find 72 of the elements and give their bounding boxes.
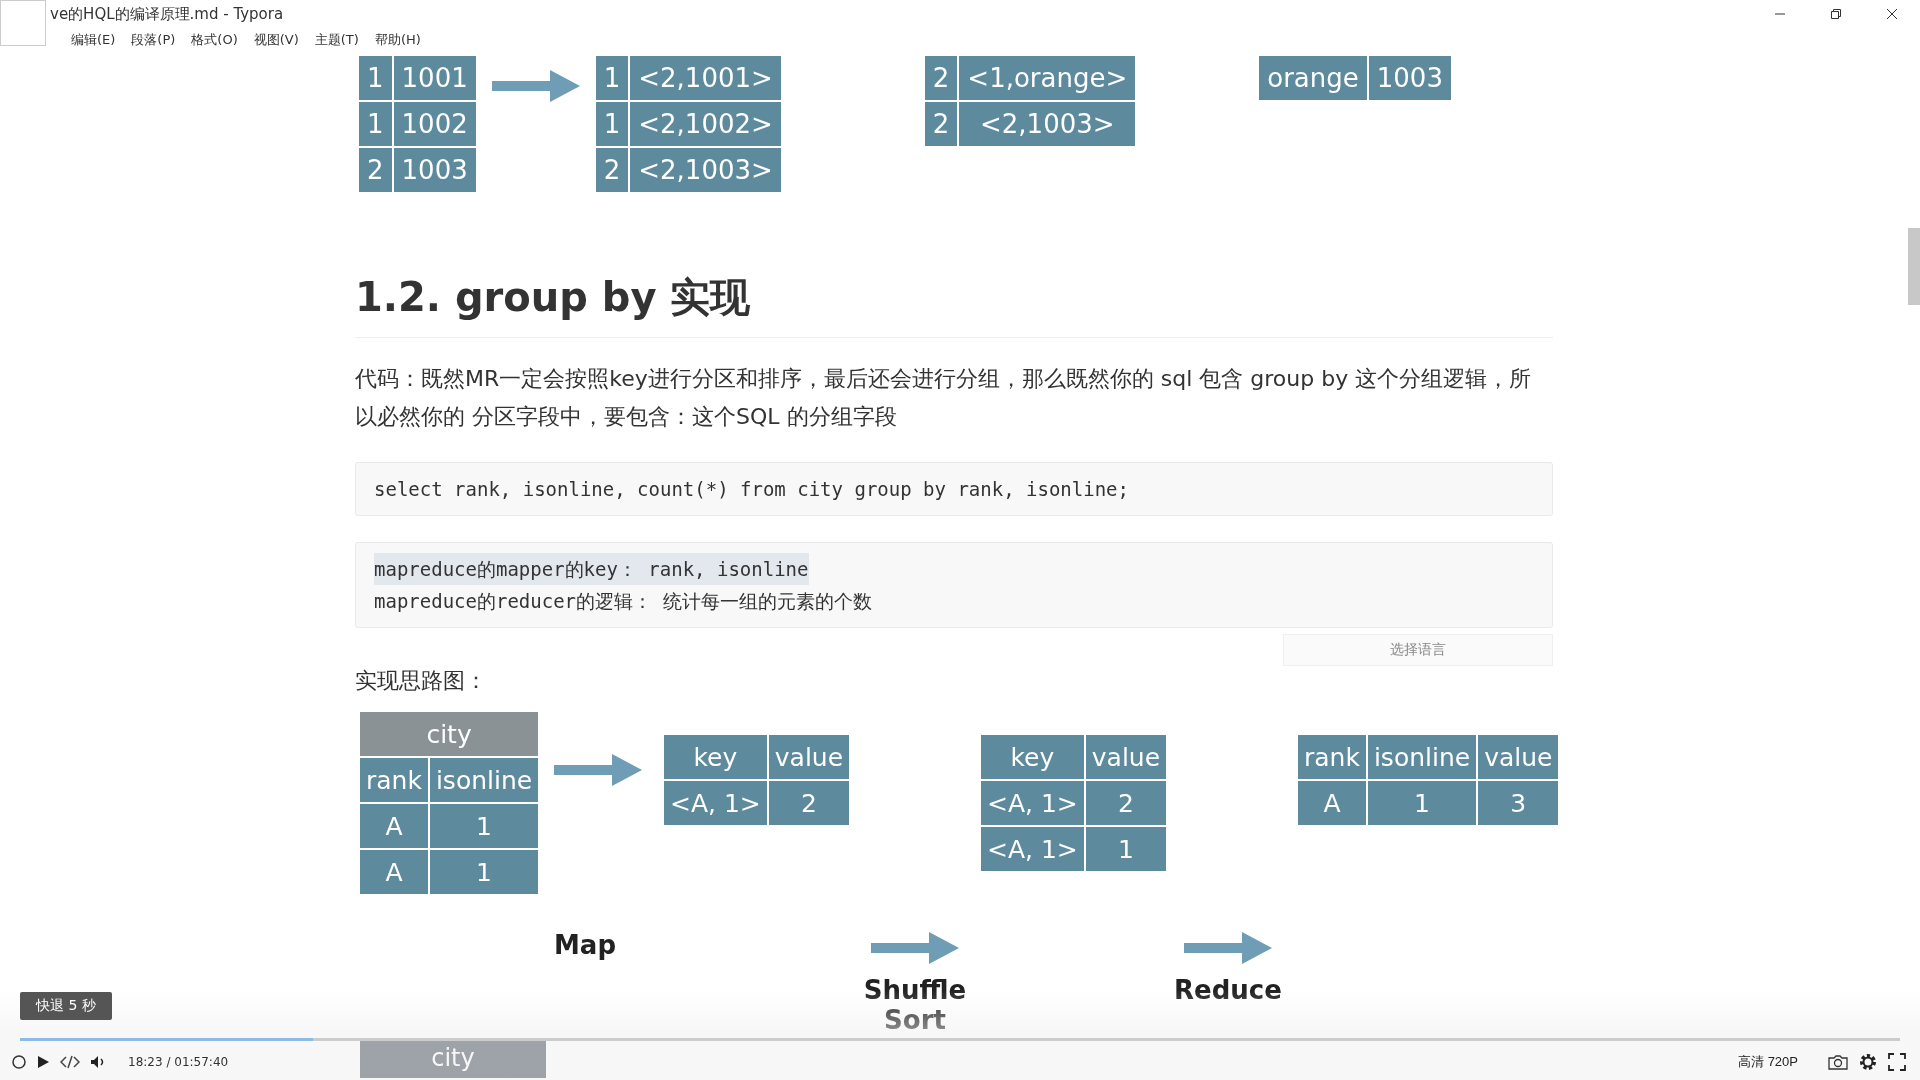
table-cell: <A, 1> <box>663 780 768 826</box>
camera-icon[interactable] <box>1828 1054 1848 1070</box>
table-cell: 1 <box>594 101 630 147</box>
settings-icon[interactable] <box>1858 1052 1878 1072</box>
table-cell: 1 <box>358 101 393 147</box>
table-header-cell: key <box>663 734 768 780</box>
loading-ring-icon <box>12 1055 26 1069</box>
fullscreen-icon[interactable] <box>1888 1053 1906 1071</box>
playback-time: 18:23 / 01:57:40 <box>128 1055 229 1069</box>
section-heading: 1.2. group by 实现 <box>355 270 1553 338</box>
table-cell: 1 <box>1366 780 1478 826</box>
table-cell: 1003 <box>1367 55 1452 101</box>
table-cell: <2,1001> <box>629 55 782 101</box>
table-cell: 1 <box>594 55 630 101</box>
table-header-cell: rank <box>1297 734 1367 780</box>
table-cell: 2 <box>767 780 851 826</box>
menu-item[interactable]: 视图(V) <box>253 31 299 49</box>
table-cell: 2 <box>923 101 959 147</box>
paragraph: 代码：既然MR一定会按照key进行分区和排序，最后还会进行分组，那么既然你的 sql 包含 group by 这个分组逻辑，所以必然你的 分区字段中，要包含：这个SQL 的分组字段 <box>355 365 1533 431</box>
menu-item[interactable]: 帮助(H) <box>374 31 421 49</box>
table-cell: <A, 1> <box>980 826 1085 872</box>
table-header-cell: isonline <box>428 757 540 803</box>
table-cell: <A, 1> <box>980 780 1085 826</box>
table-header-cell: value <box>767 734 851 780</box>
close-icon[interactable] <box>1886 8 1898 20</box>
arrow-icon <box>491 68 580 104</box>
table-cell: 2 <box>358 147 393 193</box>
table-cell: <2,1003> <box>958 101 1137 147</box>
scrollbar-thumb[interactable] <box>1908 228 1920 305</box>
table-cell: orange <box>1258 55 1368 101</box>
table-cell: 2 <box>594 147 630 193</box>
stage-label: Shuffle Sort <box>862 976 968 1036</box>
table-cell: 1001 <box>392 55 477 101</box>
table-header-cell: key <box>980 734 1085 780</box>
table-cell: 1 <box>428 849 540 895</box>
table-cell: 1 <box>1084 826 1168 872</box>
restore-icon[interactable] <box>1830 8 1842 20</box>
menu-item[interactable]: 格式(O) <box>191 31 238 49</box>
table-header-cell: rank <box>359 757 429 803</box>
table-cell: <2,1003> <box>629 147 782 193</box>
table-cell: 1 <box>428 803 540 849</box>
table-title: city <box>359 711 540 757</box>
table-cell: 2 <box>1084 780 1168 826</box>
quality-button[interactable]: 高清 720P <box>1732 1052 1804 1072</box>
code-line: mapreduce的reducer的逻辑： 统计每一组的元素的个数 <box>374 589 873 614</box>
table-cell: A <box>359 849 429 895</box>
table-header-cell: isonline <box>1366 734 1478 780</box>
table-cell: <1,orange> <box>958 55 1137 101</box>
arrow-icon <box>554 752 642 788</box>
table-cell: 1 <box>358 55 393 101</box>
tooltip: 快退 5 秒 <box>20 992 112 1020</box>
table-cell: A <box>359 803 429 849</box>
stage-label: Reduce <box>1174 976 1282 1006</box>
window-title: ve的HQL的编译原理.md - Typora <box>50 4 285 24</box>
menu-item[interactable]: 主题(T) <box>314 31 359 49</box>
code-line: select rank, isonline, count(*) from city group by rank, isonline; <box>374 477 1129 502</box>
table-cell: <2,1002> <box>629 101 782 147</box>
table-cell: 1003 <box>392 147 477 193</box>
table-cell: 2 <box>923 55 959 101</box>
menu-item[interactable]: 编辑(E) <box>71 31 116 49</box>
table-header-cell: value <box>1084 734 1168 780</box>
table-cell: 1002 <box>392 101 477 147</box>
progress-track[interactable] <box>20 1038 1900 1041</box>
play-button[interactable] <box>36 1055 50 1069</box>
table-header-cell: value <box>1477 734 1560 780</box>
language-select-button[interactable]: 选择语言 <box>1283 634 1553 666</box>
figure-caption: 实现思路图： <box>355 667 488 695</box>
table-cell: 3 <box>1477 780 1560 826</box>
stage-label: Map <box>554 930 616 960</box>
table-cell: A <box>1297 780 1367 826</box>
code-icon[interactable] <box>60 1055 80 1069</box>
menu-item[interactable]: 段落(P) <box>131 31 176 49</box>
